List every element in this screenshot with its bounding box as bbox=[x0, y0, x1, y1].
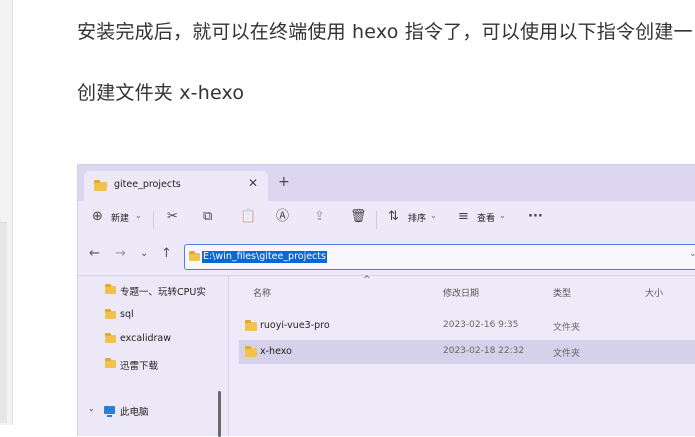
column-header-size[interactable]: 大小 bbox=[645, 286, 663, 299]
view-button-label[interactable]: 查看 bbox=[477, 211, 495, 224]
scrollbar[interactable] bbox=[218, 391, 221, 437]
more-options-icon[interactable]: ··· bbox=[528, 210, 543, 224]
page-gutter bbox=[0, 0, 13, 425]
rename-icon[interactable]: Ⓐ bbox=[276, 210, 289, 224]
new-button-label[interactable]: 新建 bbox=[111, 211, 129, 224]
file-name: x-hexo bbox=[260, 346, 292, 357]
navigation-pane: 专题一、玩转CPU实 📌 sql excalidraw 迅雷下载 ⌄ 此电脑 bbox=[78, 276, 241, 437]
sidebar-item-label: 迅雷下载 bbox=[120, 361, 159, 372]
tab-gitee-projects[interactable]: gitee_projects ✕ bbox=[84, 171, 268, 201]
sidebar-item-label: sql bbox=[120, 309, 134, 320]
chevron-down-icon[interactable]: ⌄ bbox=[499, 211, 506, 220]
command-bar: ⊕ 新建 ⌄ ✂ ⧉ 📋 Ⓐ ⇪ 🗑 ⇅ 排序 ⌄ ≡ 查看 ⌄ ··· bbox=[78, 201, 695, 239]
file-name: ruoyi-vue3-pro bbox=[260, 320, 330, 331]
new-icon[interactable]: ⊕ bbox=[92, 210, 103, 224]
file-list: 名称 ^ 修改日期 类型 大小 ruoyi-vue3-pro 2023-02-1… bbox=[229, 275, 695, 436]
share-icon[interactable]: ⇪ bbox=[314, 210, 325, 224]
folder-icon bbox=[245, 346, 257, 357]
sort-icon[interactable]: ⇅ bbox=[388, 210, 399, 224]
sort-button-label[interactable]: 排序 bbox=[408, 211, 426, 224]
address-path[interactable]: E:\win_files\gitee_projects bbox=[202, 251, 327, 263]
delete-icon[interactable]: 🗑 bbox=[350, 210, 367, 224]
back-arrow-icon[interactable]: ← bbox=[89, 247, 100, 261]
table-row[interactable]: ruoyi-vue3-pro 2023-02-16 9:35 文件夹 bbox=[239, 314, 695, 338]
column-header-modified[interactable]: 修改日期 bbox=[443, 286, 479, 299]
new-tab-button[interactable]: + bbox=[278, 175, 290, 189]
file-type: 文件夹 bbox=[553, 323, 581, 333]
chevron-down-icon[interactable]: ⌄ bbox=[430, 211, 437, 220]
table-row[interactable]: x-hexo 2023-02-18 22:32 文件夹 bbox=[239, 340, 695, 364]
folder-icon bbox=[105, 358, 116, 368]
toolbar-divider bbox=[153, 211, 154, 229]
tab-bar: gitee_projects ✕ + bbox=[78, 165, 695, 201]
file-type: 文件夹 bbox=[553, 349, 581, 359]
chevron-down-icon[interactable]: ⌄ bbox=[135, 211, 142, 220]
folder-icon bbox=[245, 320, 257, 331]
cut-icon[interactable]: ✂ bbox=[167, 210, 178, 224]
folder-icon bbox=[105, 333, 116, 343]
file-modified: 2023-02-18 22:32 bbox=[443, 346, 525, 356]
folder-icon bbox=[94, 180, 107, 191]
column-header-type[interactable]: 类型 bbox=[553, 286, 571, 299]
toolbar-divider bbox=[376, 211, 377, 229]
column-header-name[interactable]: 名称 bbox=[253, 286, 271, 299]
folder-icon bbox=[189, 251, 200, 261]
file-explorer-screenshot: gitee_projects ✕ + ⊕ 新建 ⌄ ✂ ⧉ 📋 Ⓐ ⇪ 🗑 ⇅ … bbox=[77, 164, 695, 437]
sidebar-item-label: 此电脑 bbox=[120, 407, 149, 418]
view-icon[interactable]: ≡ bbox=[458, 210, 469, 224]
address-bar[interactable]: E:\win_files\gitee_projects ⌄ bbox=[184, 244, 695, 270]
column-label: 名称 bbox=[253, 289, 272, 299]
recent-locations-icon[interactable]: ⌄ bbox=[140, 247, 148, 261]
file-modified: 2023-02-16 9:35 bbox=[443, 320, 519, 330]
tab-title: gitee_projects bbox=[114, 179, 181, 190]
chevron-down-icon[interactable]: ⌄ bbox=[88, 404, 95, 413]
folder-icon bbox=[105, 309, 116, 319]
close-icon[interactable]: ✕ bbox=[248, 176, 258, 190]
sidebar-item-label: excalidraw bbox=[120, 333, 171, 344]
gutter-scroll-panel bbox=[0, 222, 7, 423]
folder-icon bbox=[105, 284, 116, 294]
up-arrow-icon[interactable]: ↑ bbox=[161, 247, 172, 261]
forward-arrow-icon[interactable]: → bbox=[115, 247, 126, 261]
paste-icon[interactable]: 📋 bbox=[240, 210, 256, 224]
sidebar-item-label: 专题一、玩转CPU实 bbox=[120, 287, 206, 298]
sort-up-icon: ^ bbox=[363, 275, 371, 285]
computer-icon bbox=[104, 406, 115, 417]
article-paragraph: 安装完成后，就可以在终端使用 hexo 指令了，可以使用以下指令创建一 bbox=[77, 21, 693, 43]
chevron-down-icon[interactable]: ⌄ bbox=[689, 249, 695, 259]
copy-icon[interactable]: ⧉ bbox=[203, 210, 212, 224]
address-row: ← → ⌄ ↑ E:\win_files\gitee_projects ⌄ bbox=[78, 239, 695, 276]
article-paragraph: 创建文件夹 x-hexo bbox=[77, 82, 245, 104]
